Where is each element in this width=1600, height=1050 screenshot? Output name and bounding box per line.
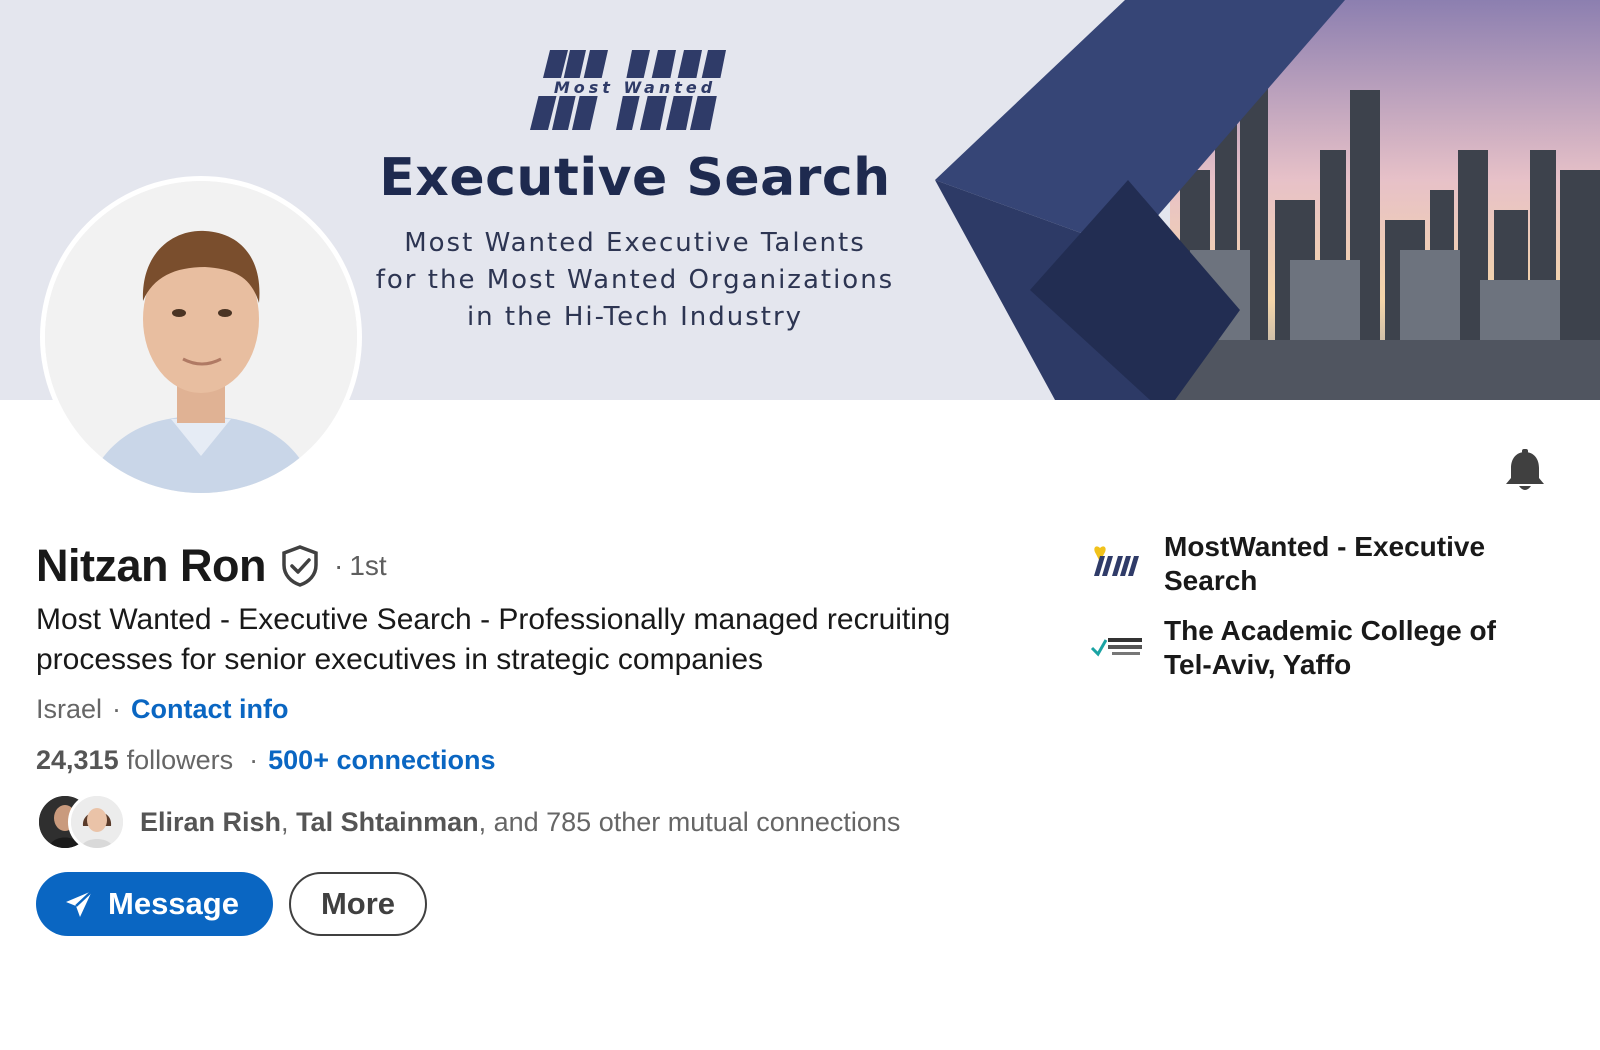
org-name: MostWanted - Executive Search [1164,531,1486,596]
college-logo-icon [1090,618,1146,674]
mutual-rest: , and 785 other mutual connections [478,806,901,837]
profile-avatar[interactable] [40,176,362,498]
banner-subtitle-line-3: in the Hi-Tech Industry [466,302,804,332]
banner-title: Executive Search [379,148,891,208]
svg-text:Most Wanted: Most Wanted [554,78,716,97]
profile-photo [45,181,357,493]
mostwanted-banner-logo: Most Wanted [520,50,750,130]
message-button[interactable]: Message [36,872,273,936]
contact-info-link[interactable]: Contact info [131,694,288,725]
more-button-label: More [320,886,396,921]
org-name: The Academic College of Tel-Aviv, Yaffo [1164,615,1496,680]
action-buttons: Message More [36,872,428,936]
org-college[interactable]: The Academic College of Tel-Aviv, Yaffo [1090,614,1544,682]
send-icon [66,890,93,917]
verified-shield-icon[interactable] [280,545,320,587]
message-button-label: Message [108,886,239,921]
separator-dot: · [249,745,259,775]
followers-count: 24,315 [36,745,119,775]
followers-label: followers [126,745,234,775]
bell-icon [1506,449,1544,490]
avatar [68,793,126,851]
more-button[interactable]: More [288,872,428,936]
name-row: Nitzan Ron · 1st [36,540,387,592]
separator-dot: · [112,694,122,724]
banner-subtitle-line-2: for the Most Wanted Organizations [375,265,895,295]
banner-subtitle-line-1: Most Wanted Executive Talents [404,228,866,258]
mutual-name-2: Tal Shtainman [296,806,479,837]
profile-name: Nitzan Ron [36,540,266,591]
followers-row: 24,315 followers · 500+ connections [36,745,495,776]
profile-headline: Most Wanted - Executive Search - Profess… [36,603,951,676]
org-mostwanted[interactable]: MostWanted - Executive Search [1090,530,1544,598]
connection-degree: · 1st [333,550,387,581]
mutual-connections-row[interactable]: Eliran Rish, Tal Shtainman, and 785 othe… [36,793,900,851]
mutual-avatars [36,793,126,851]
notification-bell-button[interactable] [1502,448,1548,494]
mutual-name-1: Eliran Rish [140,806,282,837]
mostwanted-logo-icon [1090,534,1146,590]
mutual-connections-text[interactable]: Eliran Rish, Tal Shtainman, and 785 othe… [140,807,900,838]
connections-link[interactable]: 500+ connections [268,745,495,776]
location-row: Israel · Contact info [36,694,289,725]
profile-location: Israel [36,694,103,724]
